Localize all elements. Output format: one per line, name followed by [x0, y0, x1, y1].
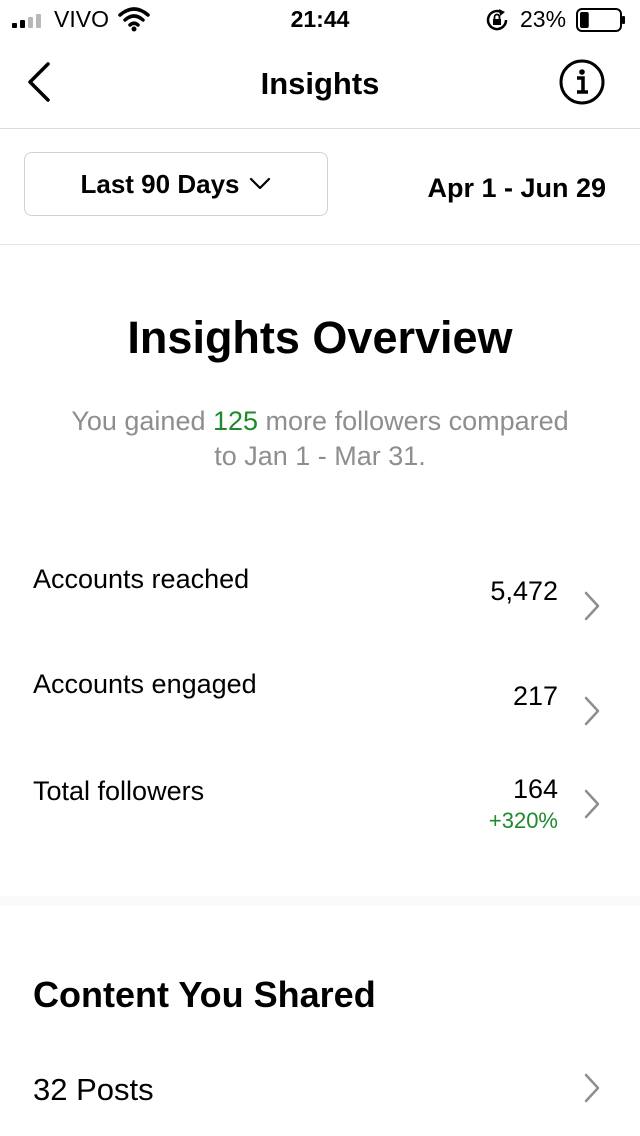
overview-title: Insights Overview [127, 312, 513, 363]
metric-row-total-followers[interactable]: Total followers 164 +320% [0, 770, 640, 860]
date-range-bar: Last 90 Days Apr 1 - Jun 29 [0, 129, 640, 245]
date-range-selected: Last 90 Days [80, 168, 240, 199]
chevron-down-icon [250, 177, 271, 190]
posts-row[interactable]: 32 Posts [0, 1060, 640, 1130]
info-icon[interactable] [558, 58, 606, 106]
chevron-right-icon [584, 1073, 600, 1103]
metric-label: Accounts engaged [33, 669, 257, 699]
navigation-bar: Insights [0, 40, 640, 129]
date-range-text: Apr 1 - Jun 29 [427, 173, 606, 203]
battery-icon [576, 8, 625, 32]
date-range-dropdown[interactable]: Last 90 Days [24, 152, 328, 216]
metric-value: 164 [512, 774, 558, 804]
metric-label: Accounts reached [33, 564, 250, 594]
chevron-right-icon [584, 591, 600, 621]
metric-label: Total followers [33, 776, 205, 806]
metric-value: 217 [512, 681, 558, 711]
posts-count-label: 32 Posts [33, 1072, 154, 1107]
summary-suffix: more followers compared to Jan 1 - Mar 3… [214, 406, 569, 471]
page-title: Insights [260, 66, 380, 101]
section-divider [0, 896, 640, 906]
metric-change-badge: +320% [488, 808, 558, 833]
rotation-lock-icon [486, 9, 508, 31]
summary-prefix: You gained [71, 406, 213, 436]
metric-value: 5,472 [490, 576, 558, 606]
status-bar: VIVO 21:44 23% [0, 0, 640, 40]
metric-row-accounts-reached[interactable]: Accounts reached 5,472 [0, 560, 640, 650]
battery-percent: 23% [520, 6, 567, 32]
metric-row-accounts-engaged[interactable]: Accounts engaged 217 [0, 665, 640, 755]
followers-gained-count: 125 [212, 406, 259, 436]
overview-summary: You gained 125 more followers compared t… [60, 404, 580, 474]
content-section-title: Content You Shared [33, 974, 376, 1015]
chevron-right-icon [584, 696, 600, 726]
chevron-right-icon [584, 789, 600, 819]
